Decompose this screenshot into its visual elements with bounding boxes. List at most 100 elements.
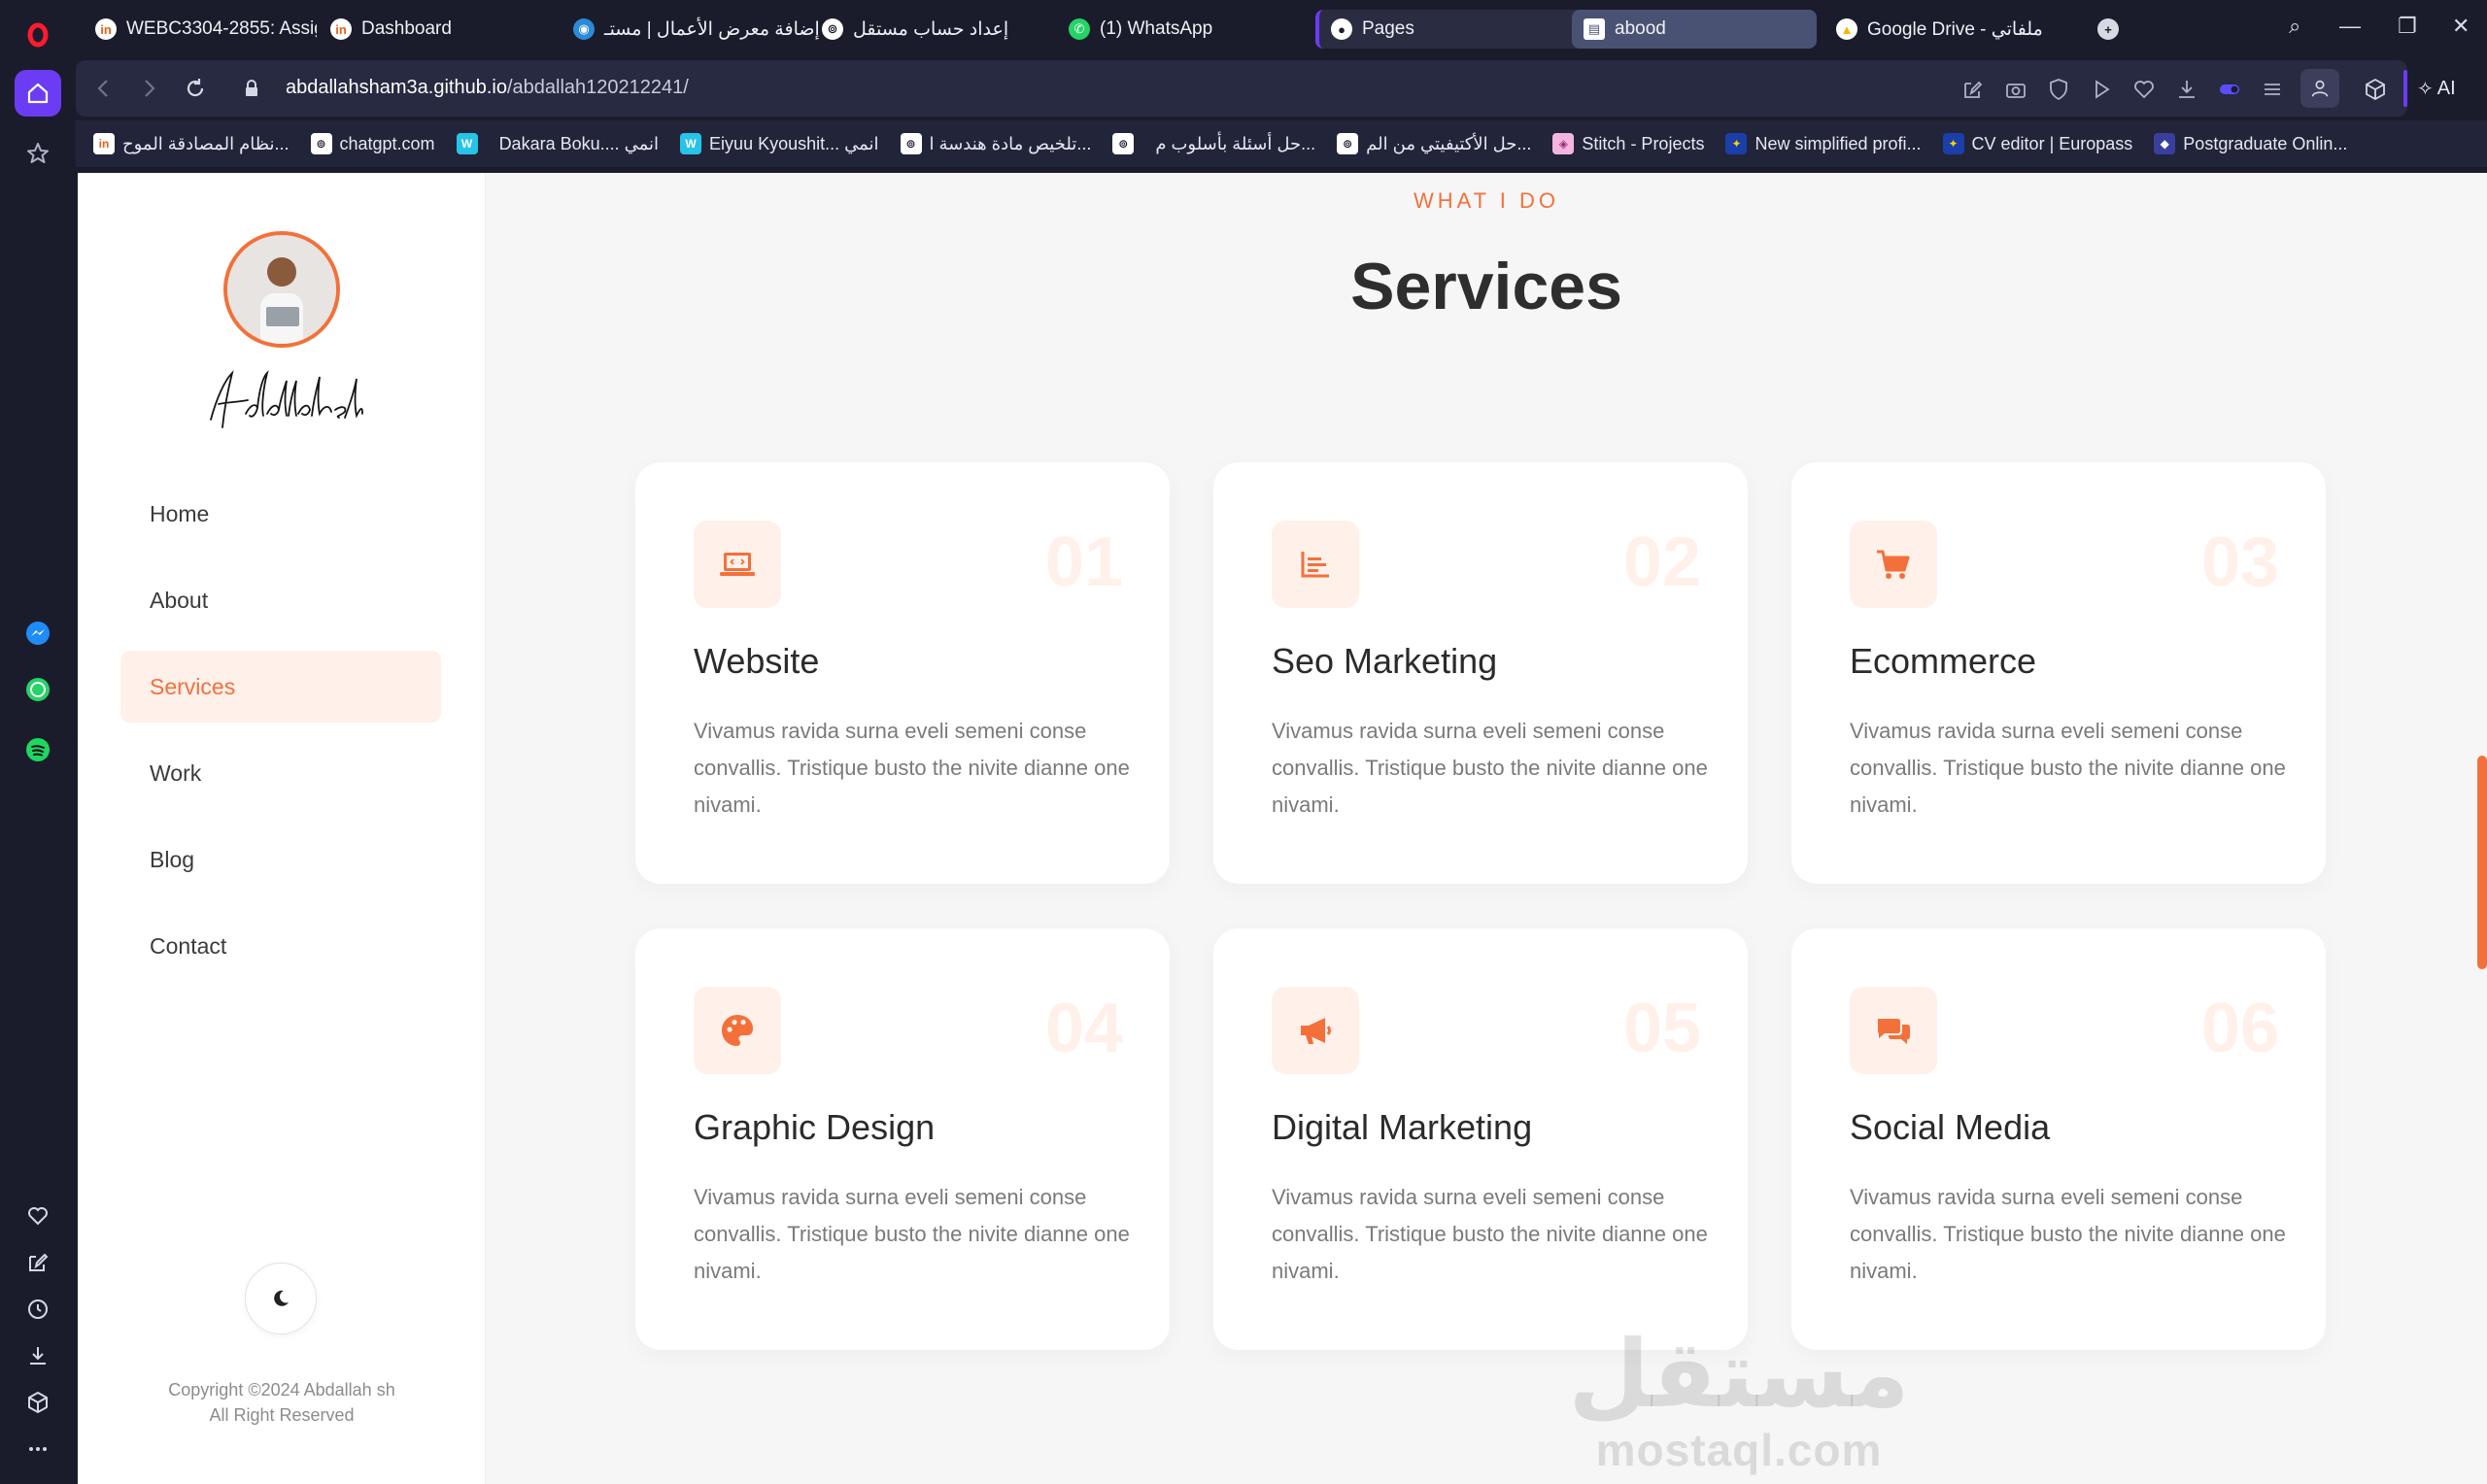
bookmark-item[interactable]: ⊚ تلخيص مادة هندسة ا... (900, 133, 1091, 154)
reload-icon[interactable] (183, 76, 208, 101)
forward-icon[interactable] (136, 76, 161, 101)
service-card[interactable]: 06 Social Media Vivamus ravida surna eveli… (1791, 928, 2326, 1350)
bookmark-item[interactable]: حل أسئلة بأسلوب م... (1155, 134, 1315, 154)
tab-mostaql-account[interactable]: ⊚ إعداد حساب مستقل (810, 10, 1092, 49)
bookmark-item[interactable]: ◆ Postgraduate Onlin... (2154, 133, 2347, 154)
heart-outline-icon[interactable] (2131, 77, 2157, 102)
tab-title: Pages (1362, 18, 1414, 39)
service-card[interactable]: 05 Digital Marketing Vivamus ravida surna … (1213, 928, 1748, 1350)
shield-icon[interactable] (2046, 77, 2071, 102)
camera-icon[interactable] (2003, 77, 2028, 102)
copyright-text: Copyright ©2024 Abdallah sh (168, 1380, 395, 1400)
bookmark-item[interactable]: ◈ Stitch - Projects (1552, 133, 1704, 154)
messenger-icon[interactable] (15, 610, 61, 657)
cube-icon[interactable] (15, 1379, 61, 1426)
extensions-cube-icon[interactable] (2363, 77, 2388, 102)
bookmark-label: Eiyuu Kyoushit... انمي (709, 133, 879, 153)
download-icon[interactable] (15, 1332, 61, 1379)
bookmark-label: New simplified profi... (1755, 133, 1922, 153)
url-text[interactable]: abdallahsham3a.github.io/abdallah1202122… (286, 77, 689, 99)
bookmark-favicon-icon: ⊚ (1112, 133, 1135, 154)
tab-strip: in WEBC3304-2855: Assignm in Dashboard ◉… (76, 0, 2487, 56)
tab-google-drive[interactable]: ▲ Google Drive - ملفاتي (1824, 10, 2116, 49)
profile-icon (2311, 80, 2329, 97)
history-icon[interactable] (15, 1286, 61, 1332)
service-description: Vivamus ravida surna eveli semeni conse … (694, 1185, 1130, 1283)
service-number: 03 (2200, 523, 2279, 601)
service-title: Social Media (1850, 1107, 2051, 1147)
service-number: 06 (2200, 990, 2279, 1067)
whatsapp-icon: ✆ (1069, 18, 1090, 40)
toggle-icon[interactable] (2217, 77, 2242, 102)
edit-page-icon[interactable] (1960, 77, 1986, 102)
star-icon[interactable] (15, 130, 61, 177)
nav-item-blog[interactable]: Blog (120, 824, 441, 895)
opera-logo-icon[interactable] (15, 12, 61, 58)
heart-icon[interactable] (15, 1193, 61, 1239)
profile-button[interactable] (2300, 69, 2339, 108)
service-icon-box (1272, 987, 1359, 1074)
services-section: WHAT I DO Services 01 Website Vivamus ravi… (486, 173, 2487, 1484)
edit-icon[interactable] (15, 1239, 61, 1286)
signature-logo (210, 370, 363, 428)
bookmark-favicon-icon: in (93, 133, 115, 154)
lock-icon[interactable] (239, 76, 264, 101)
minimize-icon[interactable]: — (2339, 14, 2361, 39)
service-number: 04 (1044, 990, 1123, 1067)
aria-ai-button[interactable]: ✧ AI (2417, 72, 2456, 105)
service-card[interactable]: 04 Graphic Design Vivamus ravida surna eve… (635, 928, 1170, 1350)
cart-icon (1872, 543, 1915, 586)
service-card[interactable]: 02 Seo Marketing Vivamus ravida surna evel… (1213, 462, 1748, 884)
bookmark-item[interactable]: ✦ New simplified profi... (1725, 133, 1922, 154)
close-window-icon[interactable]: ✕ (2452, 14, 2470, 39)
play-icon[interactable] (2089, 77, 2114, 102)
bookmark-item[interactable]: W (456, 133, 478, 154)
url-path: /abdallah120212241/ (506, 77, 689, 98)
home-icon[interactable] (15, 70, 61, 117)
web-page: Home About Services Work Blog Contact Copyrig… (78, 173, 2487, 1484)
restore-icon[interactable]: ❐ (2398, 14, 2417, 39)
watermark-arabic: مستقل (1568, 1323, 1910, 1427)
search-tabs-icon[interactable]: ⌕ (2289, 14, 2300, 39)
bookmark-item[interactable]: ⊚ chatgpt.com (310, 133, 435, 154)
bookmark-item[interactable]: ⊚ (1112, 133, 1135, 154)
tab-assignment[interactable]: in WEBC3304-2855: Assignm (84, 10, 317, 49)
download-icon[interactable] (2174, 77, 2199, 102)
nav-item-services[interactable]: Services (120, 651, 441, 723)
back-icon[interactable] (91, 76, 117, 101)
scrollbar-thumb[interactable] (2477, 756, 2487, 969)
bookmark-favicon-icon: ✦ (1942, 133, 1964, 154)
dark-mode-toggle[interactable] (245, 1263, 317, 1334)
mostaql-icon: ◉ (573, 18, 595, 40)
service-card[interactable]: 03 Ecommerce Vivamus ravida surna eveli se… (1791, 462, 2326, 884)
service-description: Vivamus ravida surna eveli semeni conse … (1272, 719, 1708, 817)
tab-abood[interactable]: ▤ abood (1572, 10, 1817, 49)
tab-title: abood (1615, 18, 1666, 39)
bookmark-item[interactable]: ✦ CV editor | Europass (1942, 133, 2133, 154)
new-tab-button[interactable]: + (2089, 10, 2128, 49)
bookmark-label: CV editor | Europass (1971, 133, 2133, 153)
nav-item-about[interactable]: About (120, 564, 441, 636)
nav-item-work[interactable]: Work (120, 737, 441, 809)
bookmark-item[interactable]: Dakara Boku.... انمي (499, 134, 659, 154)
bookmark-item[interactable]: ⊚ حل الأكتيفيتي من الم... (1337, 133, 1531, 154)
tab-title: إعداد حساب مستقل (853, 18, 1009, 40)
more-icon[interactable] (15, 1426, 61, 1472)
github-icon: ● (1331, 18, 1352, 40)
rights-text: All Right Reserved (209, 1405, 355, 1425)
whatsapp-icon[interactable] (15, 666, 61, 713)
bookmark-label: حل الأكتيفيتي من الم... (1366, 133, 1532, 153)
sparkle-icon: ✧ (2417, 78, 2434, 100)
bookmark-label: Postgraduate Onlin... (2183, 133, 2348, 153)
bookmark-item[interactable]: W Eiyuu Kyoushit... انمي (680, 133, 879, 154)
service-icon-box (1850, 987, 1937, 1074)
menu-icon[interactable] (2260, 77, 2285, 102)
nav-item-home[interactable]: Home (120, 478, 441, 550)
bookmark-favicon-icon: W (456, 133, 478, 154)
service-card[interactable]: 01 Website Vivamus ravida surna eveli seme… (635, 462, 1170, 884)
spotify-icon[interactable] (15, 726, 61, 773)
address-bar[interactable]: abdallahsham3a.github.io/abdallah1202122… (76, 60, 2407, 117)
nav-item-contact[interactable]: Contact (120, 910, 441, 982)
bookmark-item[interactable]: in نظام المصادقة الموح... (93, 133, 290, 154)
tab-whatsapp[interactable]: ✆ (1) WhatsApp (1057, 10, 1310, 49)
